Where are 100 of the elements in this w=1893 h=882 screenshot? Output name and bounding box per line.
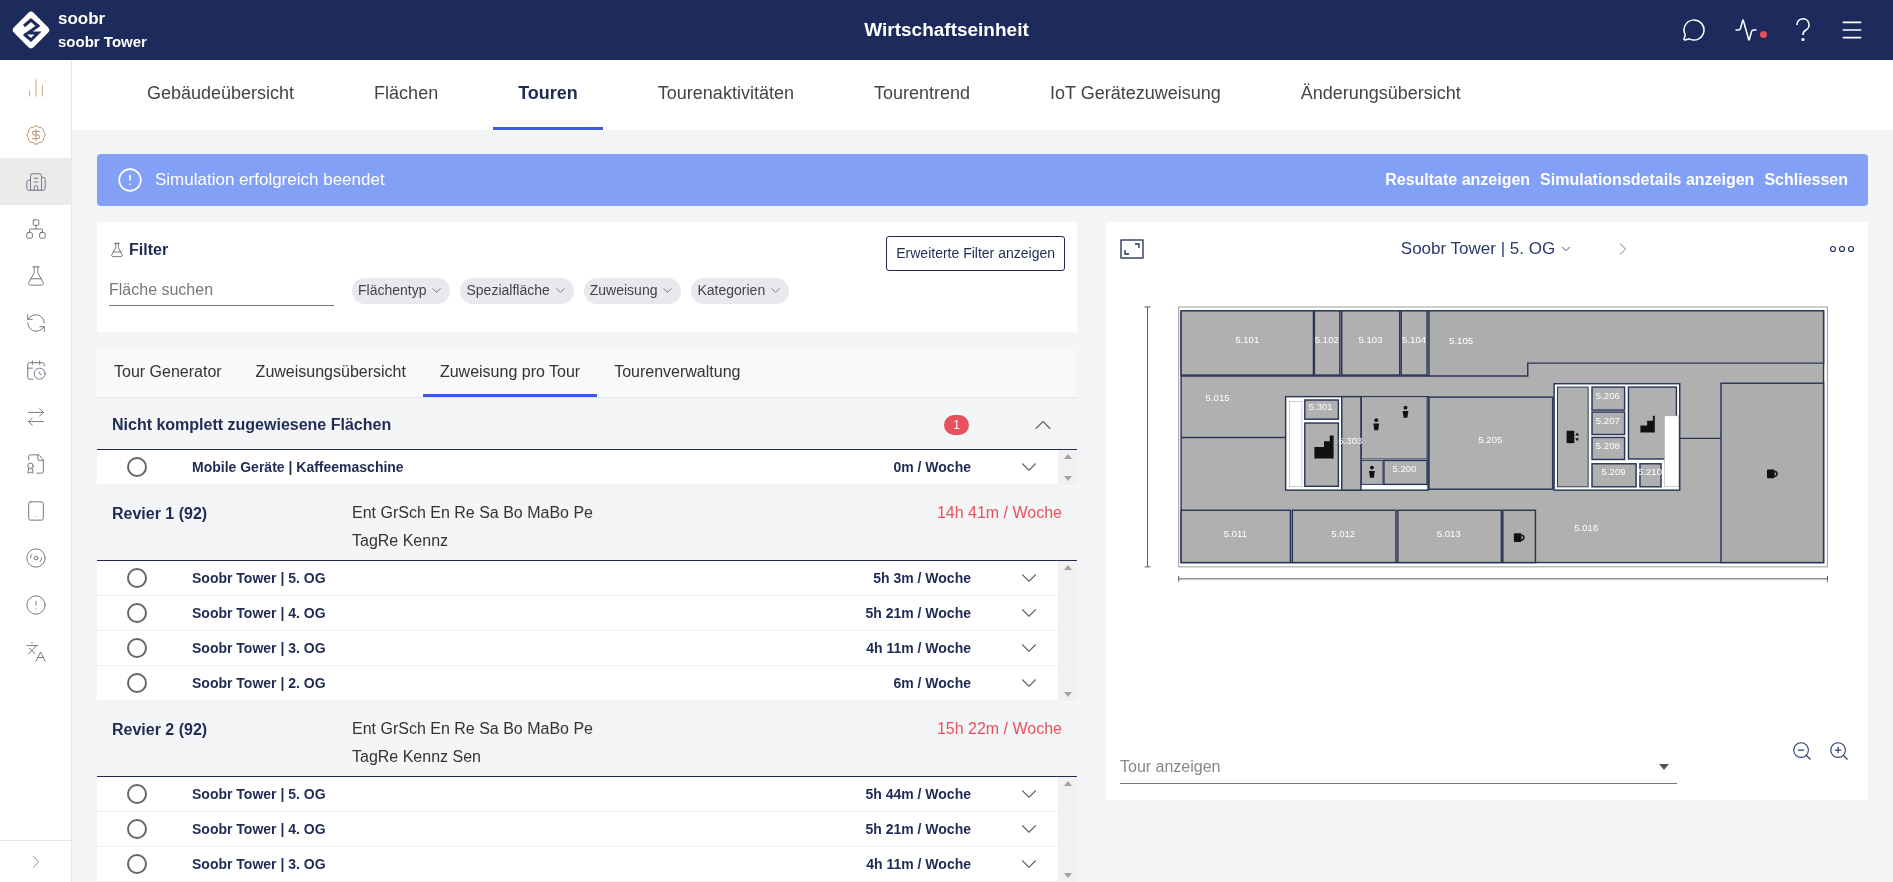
group-total: 14h 41m / Woche: [936, 503, 1062, 523]
radio-button[interactable]: [127, 568, 147, 588]
radio-button[interactable]: [127, 854, 147, 874]
room-label: 5.012: [1331, 527, 1356, 539]
area-row[interactable]: Soobr Tower | 4. OG 5h 21m / Woche: [97, 596, 1058, 631]
nav-tab[interactable]: Tourentrend: [848, 60, 995, 130]
area-time: 5h 3m / Woche: [873, 568, 971, 588]
fullscreen-icon[interactable]: [1120, 238, 1144, 259]
radio-button[interactable]: [127, 457, 147, 477]
coffee-cup-icon: [1767, 469, 1778, 478]
banner-message: Simulation erfolgreich beendet: [155, 169, 386, 192]
filter-chip[interactable]: Spezialfläche: [460, 277, 574, 304]
area-time: 4h 11m / Woche: [866, 638, 971, 658]
area-time: 6m / Woche: [893, 673, 971, 693]
activity-icon[interactable]: [1734, 18, 1758, 42]
radio-button[interactable]: [127, 673, 147, 693]
certificate-icon: [24, 452, 47, 475]
area-row[interactable]: Soobr Tower | 5. OG 5h 44m / Woche: [97, 777, 1058, 812]
building-icon: [24, 170, 47, 193]
room-label: 5.206: [1595, 389, 1620, 401]
area-time: 5h 21m / Woche: [865, 819, 971, 839]
room-label: 5.104: [1402, 333, 1427, 345]
group-title: Revier 1 (92): [112, 504, 209, 524]
radio-button[interactable]: [127, 638, 147, 658]
building-name: soobr Tower: [58, 33, 147, 52]
target-icon: [24, 546, 47, 569]
group-total: 15h 22m / Woche: [936, 719, 1062, 739]
task-codes: TagRe Kennz: [352, 531, 450, 551]
help-icon[interactable]: [1795, 18, 1811, 42]
dollar-icon: [24, 123, 47, 146]
search-field[interactable]: Fläche suchen: [109, 275, 334, 306]
radio-button[interactable]: [127, 603, 147, 623]
brand-name: soobr: [58, 8, 107, 30]
filter-title: Filter: [129, 240, 169, 260]
nav-tab[interactable]: Tourenaktivitäten: [632, 60, 819, 130]
area-name: Mobile Geräte | Kaffeemaschine: [192, 457, 405, 477]
task-codes: TagRe Kennz Sen: [352, 747, 482, 767]
area-time: 5h 21m / Woche: [865, 603, 971, 623]
sub-tab[interactable]: Zuweisungsübersicht: [238, 350, 423, 397]
tour-select-placeholder: Tour anzeigen: [1120, 757, 1221, 777]
room-label: 5.102: [1314, 333, 1339, 345]
scrollbar[interactable]: [1058, 450, 1077, 485]
sub-tab[interactable]: Tour Generator: [97, 350, 239, 397]
sidebar-item[interactable]: [0, 158, 71, 205]
area-row[interactable]: Soobr Tower | 3. OG 4h 11m / Woche: [97, 847, 1058, 882]
nav-tab[interactable]: Gebäudeübersicht: [122, 60, 320, 130]
room-label: 5.205: [1478, 433, 1503, 445]
info-icon: [117, 167, 143, 193]
task-codes: Ent GrSch En Re Sa Bo MaBo Pe: [352, 719, 594, 739]
room-label: 5.207: [1595, 414, 1620, 425]
room-label: 5.208: [1595, 439, 1620, 451]
room-label: 5.013: [1436, 527, 1461, 539]
more-options-icon[interactable]: [1830, 244, 1854, 253]
nav-tab[interactable]: IoT Gerätezuweisung: [1025, 60, 1246, 130]
coffee-cup-icon: [1513, 532, 1525, 542]
task-codes: Ent GrSch En Re Sa Bo MaBo Pe: [352, 503, 594, 523]
filter-chip[interactable]: Kategorien: [691, 277, 790, 304]
tour-select[interactable]: Tour anzeigen: [1120, 755, 1677, 784]
flask-icon: [109, 242, 125, 258]
floor-selector[interactable]: Soobr Tower | 5. OG: [1400, 236, 1574, 262]
room-label: 5.103: [1358, 333, 1383, 345]
area-name: Soobr Tower | 2. OG: [192, 673, 327, 693]
count-badge: 1: [944, 414, 969, 435]
cycle-icon: [24, 311, 47, 334]
toilet-icon: [1369, 465, 1375, 478]
room-label: 5.105: [1449, 334, 1474, 346]
radio-button[interactable]: [127, 784, 147, 804]
room-label: 5.209: [1601, 465, 1626, 477]
room-label: 5.011: [1223, 527, 1247, 539]
zoom-out-icon[interactable]: [1791, 740, 1813, 762]
room-label: 5.200: [1392, 462, 1417, 474]
group-title: Nicht komplett zugewiesene Flächen: [112, 414, 393, 435]
scrollbar[interactable]: [1058, 561, 1077, 701]
elevator-icon: [1566, 430, 1580, 443]
room-label: 5.015: [1205, 391, 1230, 403]
nav-tab[interactable]: Änderungsübersicht: [1275, 60, 1486, 130]
hierarchy-icon: [24, 217, 47, 240]
radio-button[interactable]: [127, 819, 147, 839]
sub-tab[interactable]: Zuweisung pro Tour: [422, 350, 598, 397]
filter-chip[interactable]: Flächentyp: [352, 277, 451, 304]
advanced-filter-button[interactable]: Erweiterte Filter anzeigen: [886, 236, 1065, 271]
area-row[interactable]: Soobr Tower | 5. OG 5h 3m / Woche: [97, 561, 1058, 596]
sub-tab[interactable]: Tourenverwaltung: [597, 350, 758, 397]
area-name: Soobr Tower | 4. OG: [192, 603, 327, 623]
room-label: 5.101: [1235, 333, 1260, 345]
scrollbar[interactable]: [1058, 777, 1077, 882]
zoom-in-icon[interactable]: [1828, 740, 1850, 762]
nav-tab[interactable]: Touren: [493, 60, 603, 130]
chat-icon[interactable]: [1682, 18, 1706, 42]
filter-chip[interactable]: Zuweisung: [583, 277, 682, 304]
group-title: Revier 2 (92): [112, 720, 209, 740]
area-name: Soobr Tower | 5. OG: [192, 568, 327, 588]
nav-tab[interactable]: Flächen: [349, 60, 464, 130]
toilet-icon: [1373, 417, 1380, 430]
area-name: Soobr Tower | 5. OG: [192, 784, 327, 804]
room-label: 5.301: [1308, 400, 1333, 412]
area-row[interactable]: Soobr Tower | 3. OG 4h 11m / Woche: [97, 631, 1058, 666]
translate-icon: [24, 640, 47, 663]
alert-icon: [24, 593, 47, 616]
area-row[interactable]: Soobr Tower | 4. OG 5h 21m / Woche: [97, 812, 1058, 847]
